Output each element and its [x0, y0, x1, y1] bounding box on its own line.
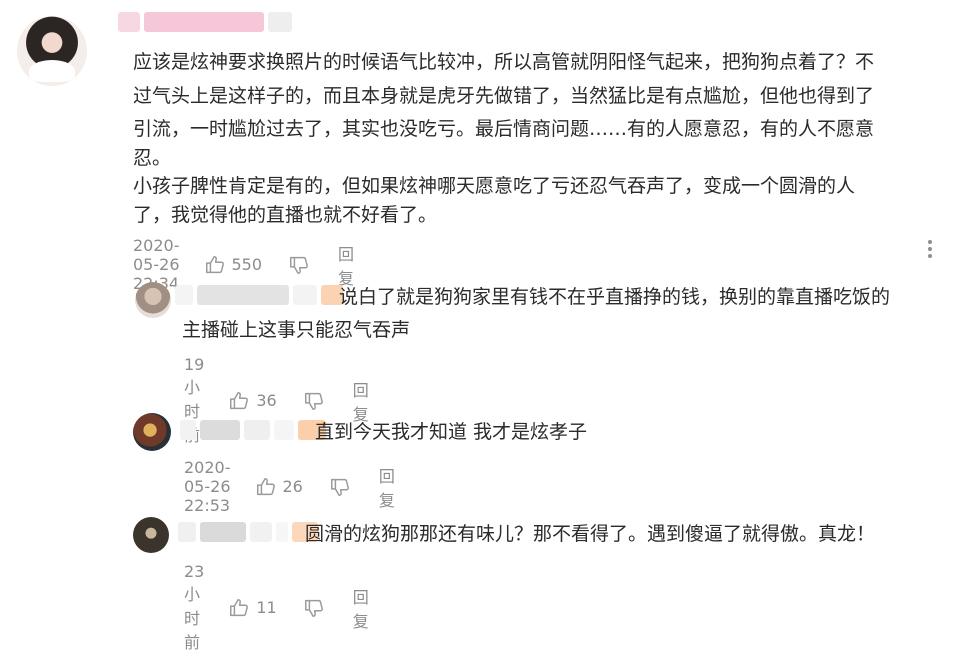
- like-button[interactable]: 36: [228, 390, 302, 412]
- comment-text-line: 引流，一时尴尬过去了，其实也没吃亏。最后情商问题……有的人愿意忍，有的人不愿意: [133, 118, 875, 140]
- comment-text-line: 小孩子脾性肯定是有的，但如果炫神哪天愿意吃了亏还忍气吞声了，变成一个圆滑的人: [133, 175, 856, 197]
- thumb-up-icon: [256, 477, 275, 495]
- thumb-down-icon: [290, 256, 308, 274]
- thumb-up-icon: [230, 598, 249, 616]
- reply-meta: 23小时前 11 回复: [184, 562, 369, 653]
- username-blurred[interactable]: [118, 12, 292, 32]
- comment-text-line: 忍。: [133, 147, 172, 169]
- username-blurred[interactable]: [180, 420, 326, 440]
- dislike-button[interactable]: [303, 597, 325, 619]
- thumb-up-icon: [230, 391, 249, 409]
- reply-text-line: 说白了就是狗狗家里有钱不在乎直播挣的钱，换别的靠直播吃饭的: [339, 286, 891, 308]
- avatar[interactable]: [133, 413, 171, 451]
- avatar[interactable]: [17, 16, 87, 86]
- reply-button[interactable]: 回复: [379, 463, 395, 511]
- reply-text-line: 主播碰上这事只能忍气吞声: [182, 319, 411, 341]
- like-button[interactable]: 550: [204, 254, 289, 276]
- comment-text-line: 了，我觉得他的直播也就不好看了。: [133, 204, 438, 226]
- reply-text-line: 直到今天我才知道 我才是炫孝子: [315, 421, 588, 443]
- username-blurred[interactable]: [178, 522, 318, 542]
- comment-text-line: 过气头上是这样子的，而且本身就是虎牙先做错了，当然猛比是有点尴尬，但他也得到了: [133, 85, 875, 107]
- timestamp: 23小时前: [184, 562, 205, 652]
- like-count: 11: [256, 598, 277, 617]
- thumb-down-icon: [330, 478, 349, 496]
- reply-text-line: 圆滑的炫狗那那还有味儿？那不看得了。遇到傻逼了就得傲。真龙！: [305, 523, 876, 545]
- like-count: 36: [256, 391, 277, 410]
- more-options-icon[interactable]: [926, 238, 934, 260]
- dislike-button[interactable]: [288, 254, 310, 276]
- thumb-down-icon: [304, 599, 323, 617]
- like-count: 550: [231, 255, 263, 274]
- reply-meta: 2020-05-26 22:53 26 回复: [184, 458, 395, 515]
- thumb-down-icon: [304, 392, 323, 410]
- dislike-button[interactable]: [303, 390, 325, 412]
- like-button[interactable]: 11: [228, 597, 302, 619]
- thumb-up-icon: [205, 255, 224, 273]
- username-blurred[interactable]: [175, 285, 343, 305]
- avatar[interactable]: [135, 282, 171, 318]
- reply-button[interactable]: 回复: [338, 241, 354, 289]
- like-button[interactable]: 26: [255, 476, 329, 498]
- timestamp: 2020-05-26 22:53: [184, 458, 231, 515]
- dislike-button[interactable]: [329, 476, 351, 498]
- comment-text-line: 应该是炫神要求换照片的时候语气比较冲，所以高管就阴阳怪气起来，把狗狗点着了？不: [133, 51, 875, 73]
- like-count: 26: [282, 477, 303, 496]
- avatar[interactable]: [133, 517, 169, 553]
- reply-button[interactable]: 回复: [353, 584, 369, 632]
